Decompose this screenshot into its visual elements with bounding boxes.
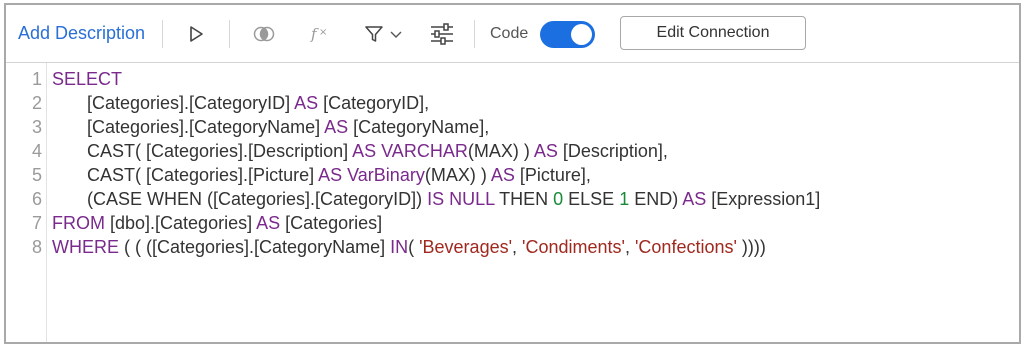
code-text: [Categories].[CategoryID] AS [CategoryID… — [52, 91, 429, 115]
sliders-icon — [431, 22, 453, 45]
code-text: CAST( [Categories].[Picture] AS VarBinar… — [52, 163, 591, 187]
sql-string: 'Beverages' — [419, 237, 513, 257]
svg-text:f: f — [310, 25, 319, 43]
sql-token: ( ( ([Categories].[CategoryName] — [119, 237, 391, 257]
sql-token: [Picture], — [514, 165, 591, 185]
add-description-link[interactable]: Add Description — [18, 5, 145, 62]
sql-token: [Categories].[CategoryID] — [52, 93, 295, 113]
line-number: 4 — [31, 141, 42, 161]
sql-keyword: SELECT — [52, 69, 123, 89]
sql-keyword: VARCHAR — [381, 141, 468, 161]
line-number: 1 — [31, 69, 42, 89]
sql-token: THEN — [494, 189, 554, 209]
svg-text:×: × — [319, 27, 327, 38]
toolbar-divider — [229, 20, 230, 48]
sql-keyword: FROM — [52, 213, 105, 233]
code-text: [Categories].[CategoryName] AS [Category… — [52, 115, 489, 139]
sql-keyword: AS — [294, 93, 319, 113]
formula-button[interactable]: f × — [303, 5, 337, 62]
sql-token: )))) — [736, 237, 766, 257]
sql-keyword: AS — [352, 141, 377, 161]
sql-keyword: AS — [318, 165, 343, 185]
sql-token: (CASE WHEN ([Categories].[CategoryID]) — [52, 189, 428, 209]
chevron-down-icon — [390, 31, 401, 38]
sql-token: , — [512, 237, 523, 257]
code-line: 4 CAST( [Categories].[Description] AS VA… — [6, 139, 1019, 163]
sql-token: [Categories].[CategoryName] — [52, 117, 325, 137]
sql-keyword: VarBinary — [347, 165, 425, 185]
sql-token: [CategoryID], — [318, 93, 430, 113]
code-line: 2 [Categories].[CategoryID] AS [Category… — [6, 91, 1019, 115]
sql-token: , — [624, 237, 635, 257]
code-text: (CASE WHEN ([Categories].[CategoryID]) I… — [52, 187, 820, 211]
code-line: 1 SELECT — [6, 67, 1019, 91]
sql-token: [CategoryName], — [348, 117, 490, 137]
code-text: CAST( [Categories].[Description] AS VARC… — [52, 139, 668, 163]
sql-token: END) — [629, 189, 683, 209]
code-line: 8 WHERE ( ( ([Categories].[CategoryName] … — [6, 235, 1019, 259]
sql-keyword: WHERE — [52, 237, 119, 257]
sql-token: CAST( [Categories].[Picture] — [52, 165, 319, 185]
sql-token: (MAX) ) — [424, 165, 491, 185]
code-line: 5 CAST( [Categories].[Picture] AS VarBin… — [6, 163, 1019, 187]
code-text: WHERE ( ( ([Categories].[CategoryName] I… — [52, 235, 766, 259]
sql-keyword: IN — [390, 237, 409, 257]
circles-icon — [253, 26, 275, 41]
code-toggle-label: Code — [490, 24, 529, 42]
run-button[interactable] — [179, 5, 213, 62]
code-editor[interactable]: 1 SELECT 2 [Categories].[CategoryID] AS [C… — [6, 63, 1019, 342]
code-text: FROM [dbo].[Categories] AS [Categories] — [52, 211, 382, 235]
toggle-knob — [571, 24, 592, 45]
sql-keyword: AS — [256, 213, 281, 233]
code-line: 3 [Categories].[CategoryName] AS [Catego… — [6, 115, 1019, 139]
sql-keyword: IS NULL — [427, 189, 495, 209]
sql-string: 'Confections' — [634, 237, 737, 257]
play-icon — [190, 25, 203, 42]
sql-keyword: AS — [533, 141, 558, 161]
sql-string: 'Condiments' — [522, 237, 625, 257]
filter-icon — [364, 25, 383, 42]
line-number: 8 — [31, 237, 42, 257]
sql-token: [Categories] — [280, 213, 383, 233]
sql-token: (MAX) ) — [467, 141, 534, 161]
sql-number: 0 — [553, 189, 564, 209]
line-number: 2 — [31, 93, 42, 113]
sql-number: 1 — [619, 189, 630, 209]
sql-token: [Expression1] — [706, 189, 821, 209]
sql-token: ELSE — [563, 189, 620, 209]
sql-keyword: AS — [682, 189, 707, 209]
sql-token: [dbo].[Categories] — [105, 213, 257, 233]
sql-token: ( — [408, 237, 420, 257]
sql-keyword: AS — [324, 117, 349, 137]
sql-token: [Description], — [557, 141, 668, 161]
code-text: SELECT — [52, 67, 122, 91]
line-number: 6 — [31, 189, 42, 209]
line-number: 5 — [31, 165, 42, 185]
sql-editor-panel: Add Description f × Code Edit Connection… — [4, 3, 1021, 344]
toolbar-divider — [474, 20, 475, 48]
edit-connection-button[interactable]: Edit Connection — [620, 16, 806, 50]
filter-button[interactable] — [358, 5, 408, 62]
code-line: 6 (CASE WHEN ([Categories].[CategoryID])… — [6, 187, 1019, 211]
line-number: 7 — [31, 213, 42, 233]
code-line: 7 FROM [dbo].[Categories] AS [Categories] — [6, 211, 1019, 235]
toolbar: Add Description f × Code Edit Connection — [6, 5, 1019, 63]
settings-button[interactable] — [425, 5, 459, 62]
fx-icon: f × — [310, 25, 327, 43]
join-button[interactable] — [247, 5, 281, 62]
line-number: 3 — [31, 117, 42, 137]
sql-keyword: AS — [490, 165, 515, 185]
code-toggle[interactable] — [540, 21, 595, 48]
toolbar-divider — [162, 20, 163, 48]
sql-token: CAST( [Categories].[Description] — [52, 141, 353, 161]
